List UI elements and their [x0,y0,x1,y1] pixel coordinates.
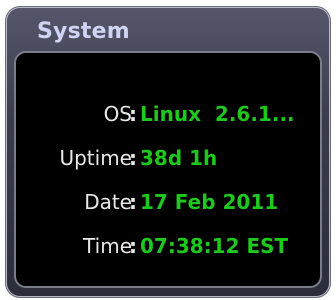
uptime-value: 38d 1h [140,146,218,170]
time-row: Time : 07:38:12 EST [16,231,320,261]
time-value: 07:38:12 EST [140,234,289,258]
date-value: 17 Feb 2011 [140,190,279,214]
date-label: Date [84,190,132,214]
uptime-separator: : [129,146,137,170]
widget-title: System [37,19,130,44]
os-row: OS : Linux 2.6.1... [16,99,320,129]
os-label: OS [103,102,132,126]
system-widget: System OS : Linux 2.6.1... Uptime : 38d … [6,7,330,297]
uptime-label: Uptime [59,146,132,170]
os-separator: : [129,102,137,126]
time-separator: : [129,234,137,258]
system-info-panel: OS : Linux 2.6.1... Uptime : 38d 1h Date… [14,51,322,288]
date-row: Date : 17 Feb 2011 [16,187,320,217]
widget-header: System [14,17,322,49]
os-value: Linux 2.6.1... [140,102,295,126]
time-label: Time [83,234,132,258]
uptime-row: Uptime : 38d 1h [16,143,320,173]
date-separator: : [129,190,137,214]
